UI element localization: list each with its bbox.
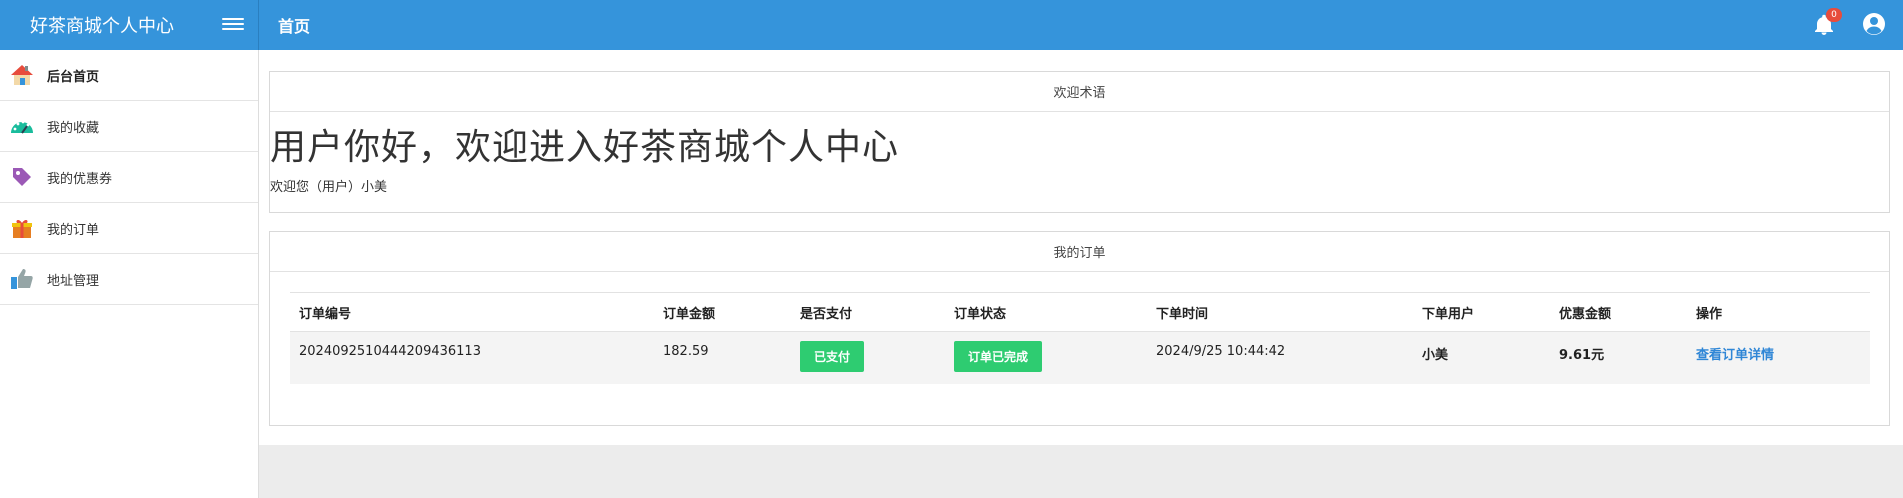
- order-no-cell: 2024092510444209436113: [290, 331, 654, 384]
- notification-badge: 0: [1826, 8, 1842, 22]
- menu-toggle-icon[interactable]: [222, 15, 244, 35]
- column-header-discount: 优惠金额: [1550, 292, 1687, 332]
- column-header-user: 下单用户: [1413, 292, 1550, 332]
- sidebar-item-favorites[interactable]: 我的收藏: [0, 101, 258, 152]
- order-action-cell: 查看订单详情: [1687, 331, 1870, 384]
- order-time-cell: 2024/9/25 10:44:42: [1147, 331, 1413, 384]
- dashboard-icon: [10, 114, 34, 138]
- tag-icon: [10, 165, 34, 189]
- sidebar-item-label: 我的订单: [47, 222, 100, 238]
- sidebar-item-orders[interactable]: 我的订单: [0, 203, 258, 254]
- column-header-paid: 是否支付: [791, 292, 945, 332]
- column-header-amount: 订单金额: [654, 292, 791, 332]
- sidebar-item-address[interactable]: 地址管理: [0, 254, 258, 305]
- thumbs-up-icon: [10, 267, 34, 291]
- main-content: 欢迎术语 用户你好，欢迎进入好茶商城个人中心 欢迎您（用户）小美 我的订单 订单…: [259, 50, 1903, 445]
- paid-status-button[interactable]: 已支付: [800, 341, 865, 372]
- top-bar: 好茶商城个人中心 首页 0: [0, 0, 1903, 50]
- gift-icon: [10, 216, 34, 240]
- sidebar-item-home[interactable]: 后台首页: [0, 50, 258, 101]
- sidebar: 后台首页 我的收藏 我的优惠券 我的订单 地址管理: [0, 50, 259, 498]
- column-header-action: 操作: [1687, 292, 1870, 332]
- order-status-button[interactable]: 订单已完成: [954, 341, 1043, 372]
- user-account-icon[interactable]: [1862, 12, 1886, 36]
- view-order-details-link[interactable]: 查看订单详情: [1696, 348, 1774, 363]
- sidebar-item-label: 地址管理: [47, 273, 100, 289]
- column-header-order-no: 订单编号: [290, 292, 654, 332]
- orders-panel-title: 我的订单: [270, 232, 1889, 272]
- order-user-cell: 小美: [1413, 331, 1550, 384]
- order-paid-cell: 已支付: [791, 331, 945, 384]
- sidebar-item-coupons[interactable]: 我的优惠券: [0, 152, 258, 203]
- welcome-subline: 欢迎您（用户）小美: [270, 180, 388, 195]
- orders-panel: 我的订单 订单编号 订单金额 是否支付 订单状态 下单时间 下单用户 优惠金额 …: [269, 231, 1890, 426]
- order-amount-cell: 182.59: [654, 331, 791, 384]
- welcome-panel: 欢迎术语 用户你好，欢迎进入好茶商城个人中心 欢迎您（用户）小美: [269, 71, 1890, 213]
- brand-title[interactable]: 好茶商城个人中心: [0, 0, 259, 50]
- welcome-headline: 用户你好，欢迎进入好茶商城个人中心: [270, 127, 900, 168]
- welcome-panel-title: 欢迎术语: [270, 72, 1889, 112]
- page-title: 首页: [278, 17, 311, 36]
- table-header-row: 订单编号 订单金额 是否支付 订单状态 下单时间 下单用户 优惠金额 操作: [290, 292, 1870, 332]
- order-status-cell: 订单已完成: [945, 331, 1147, 384]
- home-icon: [10, 63, 34, 87]
- sidebar-item-label: 我的收藏: [47, 120, 100, 136]
- column-header-status: 订单状态: [945, 292, 1147, 332]
- orders-table: 订单编号 订单金额 是否支付 订单状态 下单时间 下单用户 优惠金额 操作 20…: [290, 292, 1870, 384]
- column-header-time: 下单时间: [1147, 292, 1413, 332]
- order-discount-cell: 9.61元: [1550, 331, 1687, 384]
- table-row: 2024092510444209436113 182.59 已支付 订单已完成 …: [290, 331, 1870, 384]
- sidebar-item-label: 我的优惠券: [47, 171, 113, 187]
- sidebar-item-label: 后台首页: [47, 69, 100, 85]
